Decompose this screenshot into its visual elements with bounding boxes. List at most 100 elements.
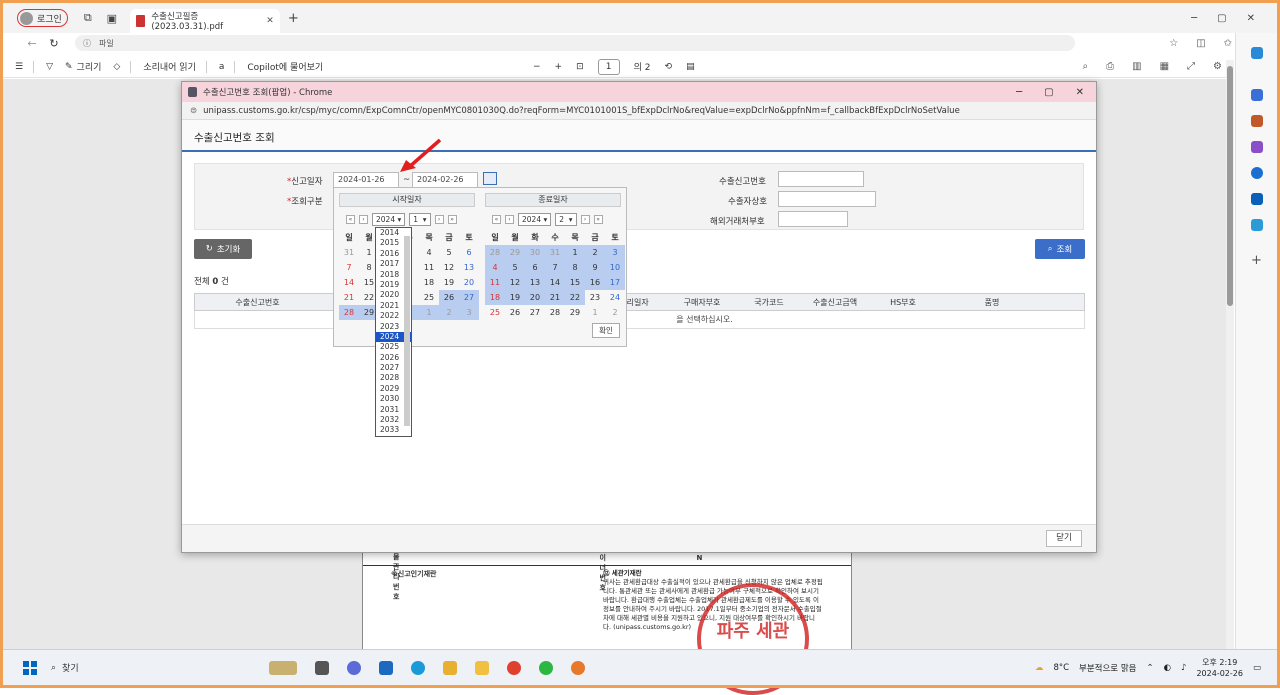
- popup-close-icon[interactable]: ✕: [1076, 87, 1084, 98]
- favorite-icon[interactable]: ☆: [1169, 38, 1178, 49]
- settings-icon[interactable]: ⚙: [1213, 61, 1222, 72]
- calendar-day[interactable]: 27: [525, 305, 545, 320]
- search-button[interactable]: ⌕ 조회: [1035, 239, 1085, 259]
- calendar-day[interactable]: 7: [545, 260, 565, 275]
- calendar-day[interactable]: 21: [339, 290, 359, 305]
- calendar-day[interactable]: 19: [439, 275, 459, 290]
- calendar-day[interactable]: 1: [585, 305, 605, 320]
- highlight-icon[interactable]: ▽: [46, 62, 53, 72]
- taskview-icon[interactable]: [315, 660, 329, 675]
- store-icon[interactable]: [379, 660, 393, 675]
- outlook-icon[interactable]: [1250, 193, 1263, 205]
- refresh-icon[interactable]: ↻: [43, 37, 65, 50]
- calendar-day[interactable]: 1: [419, 305, 439, 320]
- end-month-select[interactable]: 2 ▾: [555, 213, 577, 226]
- clock[interactable]: 오후 2:19 2024-02-26: [1196, 657, 1243, 679]
- calendar-day[interactable]: 26: [439, 290, 459, 305]
- copilot-icon[interactable]: [1250, 47, 1263, 59]
- app2-icon[interactable]: [571, 660, 585, 675]
- date-from-input[interactable]: 2024-01-26: [333, 172, 399, 188]
- popup-minimize-icon[interactable]: ─: [1016, 87, 1022, 98]
- exporter-input[interactable]: [778, 191, 876, 207]
- calendar-day[interactable]: 1: [565, 245, 585, 260]
- taskbar-search[interactable]: ⌕ 찾기: [51, 661, 251, 675]
- calendar-day[interactable]: 4: [485, 260, 505, 275]
- calendar-day[interactable]: 27: [459, 290, 479, 305]
- read-aloud-button[interactable]: 소리내어 읽기: [143, 60, 196, 73]
- volume-icon[interactable]: ♪: [1181, 663, 1186, 673]
- end-year-select[interactable]: 2024 ▾: [518, 213, 552, 226]
- eraser-icon[interactable]: ◇: [113, 62, 120, 72]
- tab-pdf[interactable]: 수출신고필증 (2023.03.31).pdf ✕: [129, 9, 280, 33]
- minimize-icon[interactable]: ─: [1191, 13, 1197, 24]
- tab-actions-icon[interactable]: ▣: [100, 12, 124, 25]
- calendar-day[interactable]: 23: [585, 290, 605, 305]
- start-icon[interactable]: [23, 660, 37, 675]
- copilot-button[interactable]: Copilot에 물어보기: [247, 60, 323, 73]
- translate-icon[interactable]: a: [219, 62, 225, 72]
- calendar-day[interactable]: 3: [459, 305, 479, 320]
- calendar-day[interactable]: 5: [505, 260, 525, 275]
- workspaces-icon[interactable]: ⧉: [76, 11, 100, 25]
- next-month-icon[interactable]: ›: [434, 215, 444, 224]
- calendar-day[interactable]: 28: [485, 245, 505, 260]
- calendar-day[interactable]: 21: [545, 290, 565, 305]
- close-window-icon[interactable]: ✕: [1247, 13, 1255, 24]
- maximize-icon[interactable]: ▢: [1217, 13, 1226, 24]
- calendar-day[interactable]: 20: [459, 275, 479, 290]
- save-as-icon[interactable]: ▦: [1160, 61, 1169, 72]
- weather-icon[interactable]: ☁: [1035, 663, 1044, 673]
- next-year-icon[interactable]: »: [447, 215, 457, 224]
- calendar-day[interactable]: 15: [565, 275, 585, 290]
- calendar-day[interactable]: 29: [565, 305, 585, 320]
- tag-icon[interactable]: [1250, 89, 1263, 101]
- calendar-day[interactable]: 11: [485, 275, 505, 290]
- rotate-icon[interactable]: ⟲: [665, 62, 673, 72]
- search-icon[interactable]: ⌕: [1083, 61, 1089, 72]
- edge-icon[interactable]: [411, 660, 425, 675]
- chrome-icon[interactable]: [507, 660, 521, 675]
- toolbox-icon[interactable]: [1250, 115, 1263, 127]
- calendar-day[interactable]: 18: [419, 275, 439, 290]
- buyer-input[interactable]: [778, 211, 848, 227]
- split-icon[interactable]: ◫: [1196, 38, 1205, 49]
- notification-icon[interactable]: ▭: [1253, 663, 1261, 673]
- back-icon[interactable]: ←: [21, 37, 43, 50]
- date-to-input[interactable]: 2024-02-26: [412, 172, 478, 188]
- calendar-day[interactable]: 14: [339, 275, 359, 290]
- calendar-day[interactable]: 6: [525, 260, 545, 275]
- export-no-input[interactable]: [778, 171, 864, 187]
- calendar-day[interactable]: 25: [485, 305, 505, 320]
- calendar-day[interactable]: 26: [505, 305, 525, 320]
- reset-button[interactable]: ↻ 초기화: [194, 239, 252, 259]
- close-button[interactable]: 닫기: [1046, 530, 1082, 547]
- calendar-day[interactable]: 6: [459, 245, 479, 260]
- network-icon[interactable]: ◐: [1164, 663, 1171, 673]
- calendar-day[interactable]: 28: [545, 305, 565, 320]
- games-icon[interactable]: [1250, 141, 1263, 153]
- calendar-day[interactable]: 31: [545, 245, 565, 260]
- calendar-day[interactable]: 16: [585, 275, 605, 290]
- fit-icon[interactable]: ⊡: [576, 62, 584, 72]
- calendar-day[interactable]: 13: [459, 260, 479, 275]
- calendar-day[interactable]: 22: [565, 290, 585, 305]
- calendar-day[interactable]: 12: [505, 275, 525, 290]
- start-month-select[interactable]: 1 ▾: [409, 213, 431, 226]
- save-icon[interactable]: ▥: [1132, 61, 1141, 72]
- calendar-day[interactable]: 17: [605, 275, 625, 290]
- add-icon[interactable]: +: [1236, 253, 1277, 268]
- prev-year-icon[interactable]: «: [346, 215, 355, 224]
- next-month-icon[interactable]: ›: [580, 215, 590, 224]
- calendar-day[interactable]: 7: [339, 260, 359, 275]
- calendar-day[interactable]: 9: [585, 260, 605, 275]
- prev-month-icon[interactable]: ‹: [359, 215, 368, 224]
- shopping-icon[interactable]: [1250, 219, 1263, 231]
- m365-icon[interactable]: [1250, 167, 1263, 179]
- calendar-day[interactable]: 13: [525, 275, 545, 290]
- print-icon[interactable]: ⎙: [1106, 61, 1114, 72]
- calendar-day[interactable]: 5: [439, 245, 459, 260]
- viewer-scrollbar[interactable]: [1226, 60, 1234, 650]
- calendar-day[interactable]: 31: [339, 245, 359, 260]
- page-number-input[interactable]: 1: [597, 58, 620, 75]
- draw-button[interactable]: ✎ 그리기: [65, 60, 101, 74]
